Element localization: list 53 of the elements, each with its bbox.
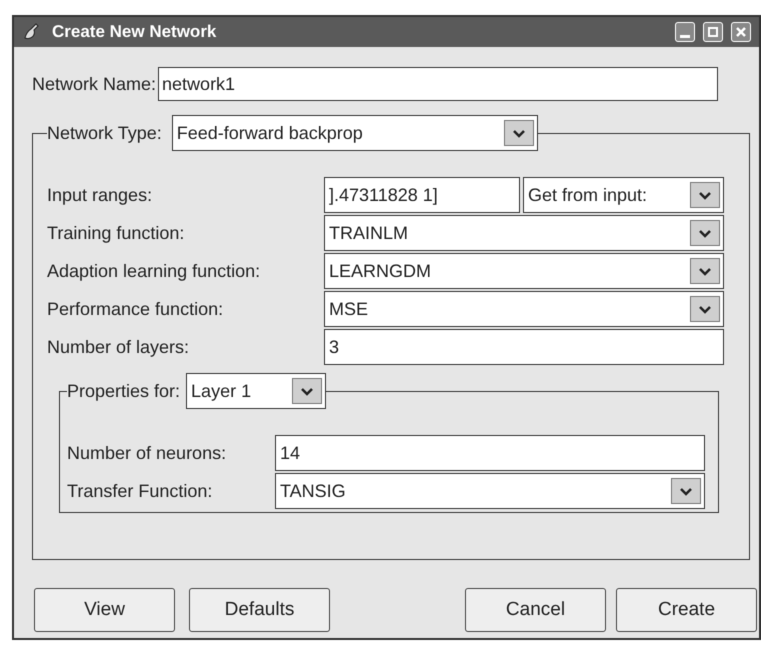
dropdown[interactable]: TANSIG <box>275 473 705 509</box>
input-field[interactable]: network1 <box>158 67 718 101</box>
dialog-button[interactable]: Create <box>616 588 757 632</box>
field-label: Number of neurons: <box>67 442 228 464</box>
input-field[interactable]: ].47311828 1] <box>324 177 520 213</box>
dropdown-button[interactable] <box>690 258 720 284</box>
dropdown[interactable]: Get from input: <box>523 177 724 213</box>
caret-icon <box>698 228 712 238</box>
group-label: Network Type: <box>47 122 163 145</box>
caret-icon <box>512 128 526 138</box>
dropdown-value: Layer 1 <box>191 380 252 403</box>
dropdown-button[interactable] <box>292 378 322 404</box>
minimize-icon <box>680 35 690 38</box>
caret-icon <box>698 266 712 276</box>
caret-icon <box>300 386 314 396</box>
field-label: Input ranges: <box>47 184 154 207</box>
dropdown-button[interactable] <box>690 220 720 246</box>
dropdown-button[interactable] <box>690 182 720 208</box>
maximize-icon <box>708 27 718 37</box>
dropdown-button[interactable] <box>504 120 534 146</box>
dialog-button[interactable]: View <box>34 588 175 632</box>
input-field[interactable]: 14 <box>275 435 705 471</box>
field-label: Adaption learning function: <box>47 260 262 283</box>
group-label: Properties for: <box>67 380 182 403</box>
dropdown[interactable]: MSE <box>324 291 724 327</box>
dropdown-value: MSE <box>329 298 370 320</box>
field-label: Number of layers: <box>47 336 190 359</box>
caret-icon <box>698 304 712 314</box>
dropdown-value: Get from input: <box>528 184 648 207</box>
window-title: Create New Network <box>52 21 218 44</box>
close-button[interactable] <box>731 22 751 42</box>
dialog-button[interactable]: Cancel <box>465 588 606 632</box>
dropdown-value: LEARNGDM <box>329 260 432 282</box>
dropdown-button[interactable] <box>690 296 720 322</box>
maximize-button[interactable] <box>703 22 723 42</box>
caret-icon <box>698 190 712 200</box>
field-label: Transfer Function: <box>67 480 214 502</box>
field-label: Performance function: <box>47 298 224 320</box>
dropdown[interactable]: Feed-forward backprop <box>172 115 538 151</box>
field-label: Training function: <box>47 222 186 245</box>
dropdown[interactable]: LEARNGDM <box>324 253 724 289</box>
minimize-button[interactable] <box>675 22 695 42</box>
dropdown-value: TRAINLM <box>329 222 410 244</box>
field-label: Network Name: <box>32 72 156 96</box>
dropdown[interactable]: TRAINLM <box>324 215 724 251</box>
close-icon <box>736 27 746 37</box>
dropdown-button[interactable] <box>671 478 701 504</box>
dialog-button[interactable]: Defaults <box>189 588 330 632</box>
dropdown-value: TANSIG <box>280 480 347 502</box>
caret-icon <box>679 486 693 496</box>
dropdown-value: Feed-forward backprop <box>176 122 364 145</box>
dropdown[interactable]: Layer 1 <box>186 373 326 409</box>
input-field[interactable]: 3 <box>324 329 724 365</box>
